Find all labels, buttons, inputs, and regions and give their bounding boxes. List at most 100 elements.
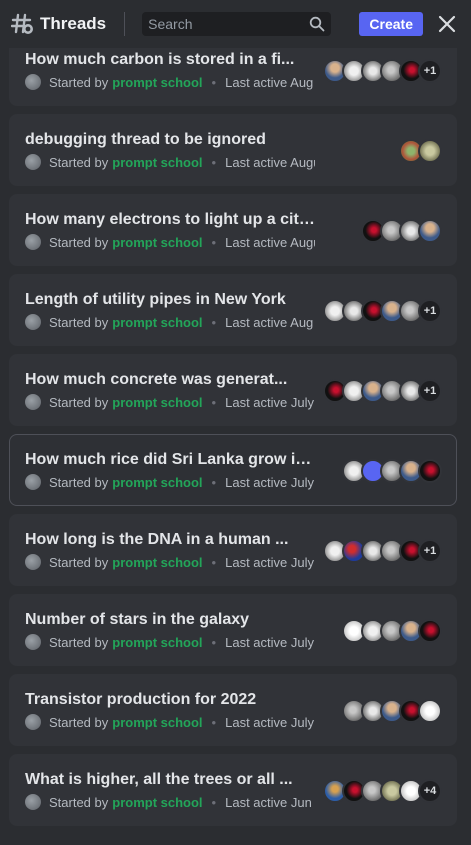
separator-dot: • (211, 74, 217, 90)
create-thread-button[interactable]: Create (359, 12, 423, 36)
participant-overflow-count: +1 (418, 379, 442, 403)
thread-title[interactable]: Length of utility pipes in New York (25, 291, 317, 309)
participant-avatar (418, 219, 442, 243)
author-name[interactable]: prompt school (112, 75, 202, 90)
last-active-label: Last active July (225, 554, 314, 570)
started-by-label: Started by (49, 74, 109, 90)
thread-title[interactable]: How much concrete was generat... (25, 371, 317, 389)
thread-title[interactable]: How much rice did Sri Lanka grow in... (25, 451, 317, 469)
started-by-label: Started by (49, 794, 109, 810)
started-by-label: Started by (49, 154, 109, 170)
participant-avatars (361, 219, 442, 243)
last-active-label: Last active July (225, 394, 314, 410)
author-avatar (25, 314, 41, 330)
search-icon[interactable] (309, 16, 325, 32)
participant-avatars (399, 139, 442, 163)
participant-avatars: +1 (323, 539, 442, 563)
search-box[interactable] (142, 12, 332, 36)
author-avatar (25, 154, 41, 170)
participant-avatar (418, 459, 442, 483)
last-active-label: Last active Jun (225, 794, 312, 810)
author-name[interactable]: prompt school (112, 635, 202, 650)
separator-dot: • (211, 474, 217, 490)
participant-overflow-count: +4 (418, 779, 442, 803)
separator-dot: • (211, 154, 217, 170)
started-by-label: Started by (49, 234, 109, 250)
participant-avatar (418, 139, 442, 163)
started-by-label: Started by (49, 634, 109, 650)
separator-dot: • (211, 394, 217, 410)
last-active-label: Last active July 1, 2 (225, 714, 315, 730)
participant-avatars: +1 (323, 379, 442, 403)
author-name[interactable]: prompt school (112, 795, 202, 810)
last-active-label: Last active Aug (225, 314, 314, 330)
thread-title[interactable]: debugging thread to be ignored (25, 131, 317, 149)
close-icon[interactable] (435, 12, 459, 36)
participant-avatars: +1 (323, 59, 442, 83)
participant-avatars (342, 699, 442, 723)
author-name[interactable]: prompt school (112, 315, 202, 330)
thread-card[interactable]: What is higher, all the trees or all ...… (9, 754, 457, 826)
author-name[interactable]: prompt school (112, 155, 202, 170)
thread-card[interactable]: Length of utility pipes in New York Star… (9, 274, 457, 346)
thread-card[interactable]: Number of stars in the galaxy Started by… (9, 594, 457, 666)
thread-card[interactable]: How much concrete was generat... Started… (9, 354, 457, 426)
author-avatar (25, 634, 41, 650)
author-avatar (25, 714, 41, 730)
thread-title[interactable]: Number of stars in the galaxy (25, 611, 317, 629)
thread-meta: Started by prompt school • Last active A… (25, 313, 315, 331)
last-active-label: Last active July 5, 2 (225, 634, 315, 650)
separator-dot: • (211, 234, 217, 250)
thread-card[interactable]: How much rice did Sri Lanka grow in... S… (9, 434, 457, 506)
search-input[interactable] (148, 16, 310, 32)
thread-title[interactable]: Transistor production for 2022 (25, 691, 317, 709)
participant-overflow-count: +1 (418, 539, 442, 563)
separator-dot: • (211, 314, 217, 330)
author-avatar (25, 234, 41, 250)
started-by-label: Started by (49, 474, 109, 490)
header-divider (124, 12, 126, 36)
author-name[interactable]: prompt school (112, 555, 202, 570)
separator-dot: • (211, 794, 217, 810)
thread-title[interactable]: What is higher, all the trees or all ... (25, 771, 317, 789)
started-by-label: Started by (49, 394, 109, 410)
thread-meta: Started by prompt school • Last active J… (25, 553, 315, 571)
started-by-label: Started by (49, 714, 109, 730)
thread-meta: Started by prompt school • Last active J… (25, 793, 315, 811)
author-name[interactable]: prompt school (112, 395, 202, 410)
thread-meta: Started by prompt school • Last active A… (25, 73, 315, 91)
thread-title[interactable]: How much carbon is stored in a fi... (25, 51, 317, 69)
thread-title[interactable]: How long is the DNA in a human ... (25, 531, 317, 549)
author-name[interactable]: prompt school (112, 235, 202, 250)
thread-card[interactable]: debugging thread to be ignored Started b… (9, 114, 457, 186)
started-by-label: Started by (49, 314, 109, 330)
participant-avatars (342, 619, 442, 643)
last-active-label: Last active July 20, (225, 474, 315, 490)
thread-title[interactable]: How many electrons to light up a city? (25, 211, 317, 229)
scrollbar[interactable] (465, 48, 469, 838)
separator-dot: • (211, 554, 217, 570)
author-avatar (25, 554, 41, 570)
thread-card[interactable]: How long is the DNA in a human ... Start… (9, 514, 457, 586)
author-name[interactable]: prompt school (112, 475, 202, 490)
threads-header: Threads Create (0, 0, 471, 48)
participant-avatars: +1 (323, 299, 442, 323)
thread-card[interactable]: Transistor production for 2022 Started b… (9, 674, 457, 746)
author-name[interactable]: prompt school (112, 715, 202, 730)
thread-meta: Started by prompt school • Last active A… (25, 153, 315, 171)
participant-avatars: +4 (323, 779, 442, 803)
last-active-label: Last active Aug (225, 74, 314, 90)
started-by-label: Started by (49, 554, 109, 570)
thread-meta: Started by prompt school • Last active A… (25, 233, 315, 251)
participant-avatars (342, 459, 442, 483)
participant-avatar (418, 619, 442, 643)
last-active-label: Last active August 10, (225, 234, 315, 250)
thread-meta: Started by prompt school • Last active J… (25, 473, 315, 491)
thread-meta: Started by prompt school • Last active J… (25, 713, 315, 731)
last-active-label: Last active August 19, 2022 (225, 154, 315, 170)
author-avatar (25, 394, 41, 410)
thread-meta: Started by prompt school • Last active J… (25, 393, 315, 411)
participant-overflow-count: +1 (418, 299, 442, 323)
participant-overflow-count: +1 (418, 59, 442, 83)
thread-card[interactable]: How many electrons to light up a city? S… (9, 194, 457, 266)
